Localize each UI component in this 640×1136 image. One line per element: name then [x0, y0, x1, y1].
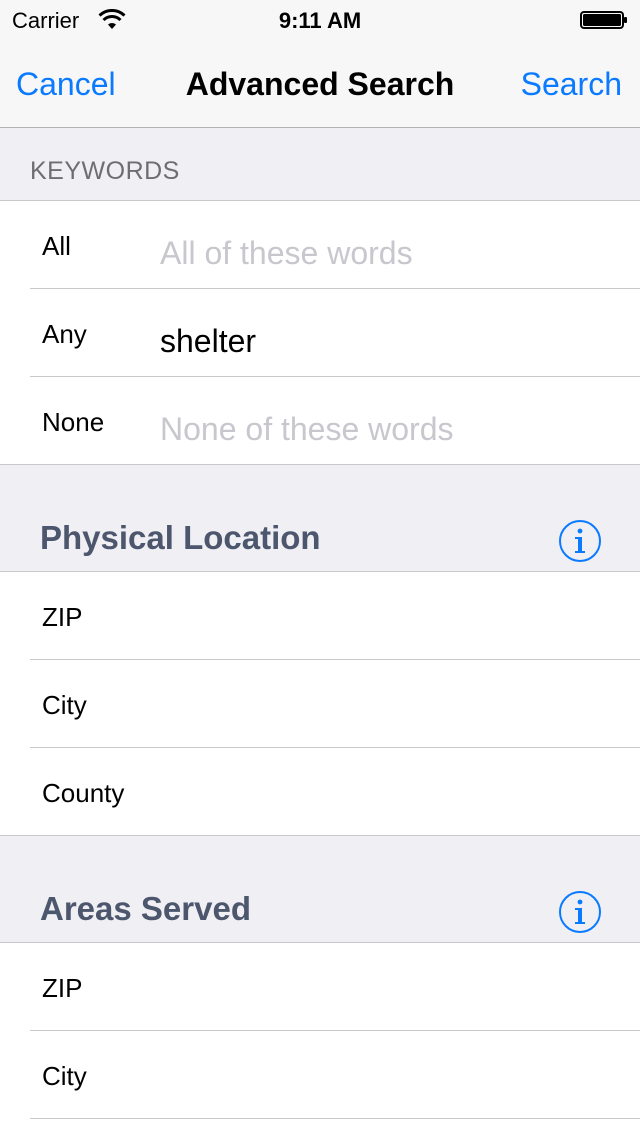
battery-icon	[580, 11, 627, 29]
areas-served-section-header: Areas Served	[0, 835, 640, 943]
physical-zip-label: ZIP	[42, 602, 83, 632]
keyword-row-any: Any	[30, 289, 640, 377]
areas-served-row-city[interactable]: City	[30, 1031, 640, 1119]
physical-location-section-header: Physical Location	[0, 464, 640, 572]
keyword-none-label: None	[42, 407, 105, 437]
info-icon[interactable]	[558, 519, 602, 563]
status-bar: Carrier 9:11 AM	[0, 0, 640, 40]
physical-location-row-city[interactable]: City	[30, 660, 640, 748]
physical-location-row-zip[interactable]: ZIP	[30, 572, 640, 660]
keyword-row-none: None	[30, 377, 640, 465]
info-icon[interactable]	[558, 890, 602, 934]
navigation-bar: Cancel Advanced Search Search	[0, 40, 640, 128]
keyword-row-all: All	[30, 201, 640, 289]
keyword-none-input[interactable]	[160, 407, 630, 451]
status-time: 9:11 AM	[278, 8, 362, 33]
physical-county-label: County	[42, 778, 125, 808]
physical-location-group: ZIP City County	[0, 572, 640, 836]
physical-location-title: Physical Location	[40, 519, 321, 556]
search-button[interactable]: Search	[521, 66, 622, 103]
areas-served-group: ZIP City	[0, 943, 640, 1136]
areas-zip-label: ZIP	[42, 973, 83, 1003]
areas-served-row-zip[interactable]: ZIP	[30, 943, 640, 1031]
keyword-any-label: Any	[42, 319, 87, 349]
keywords-section-header: KEYWORDS	[0, 129, 640, 201]
areas-city-label: City	[42, 1061, 87, 1091]
keywords-header-label: KEYWORDS	[30, 157, 180, 185]
keyword-any-input[interactable]	[160, 319, 630, 363]
keyword-all-input[interactable]	[160, 231, 630, 275]
keyword-all-label: All	[42, 231, 71, 261]
physical-location-row-county[interactable]: County	[30, 748, 640, 836]
areas-served-title: Areas Served	[40, 890, 251, 927]
cancel-button[interactable]: Cancel	[16, 66, 116, 103]
keywords-group: All Any None	[0, 201, 640, 465]
physical-city-label: City	[42, 690, 87, 720]
